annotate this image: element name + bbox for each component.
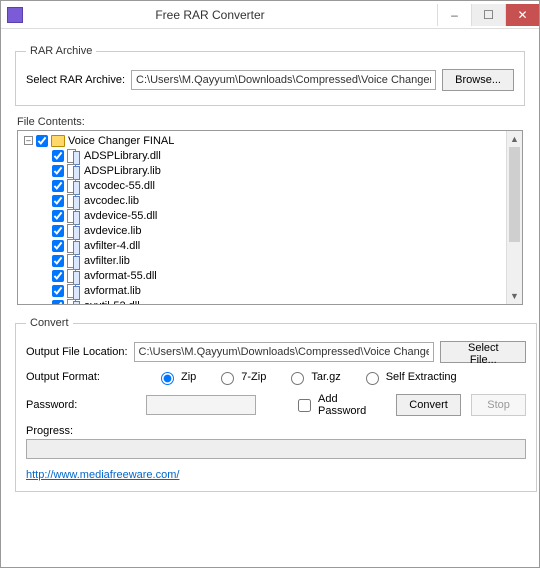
file-label: avdevice.lib: [84, 225, 141, 237]
file-label: avformat-55.dll: [84, 270, 157, 282]
file-icon: [67, 164, 81, 178]
maximize-button[interactable]: ☐: [471, 4, 505, 26]
file-icon: [67, 284, 81, 298]
tree-file-node[interactable]: avcodec-55.dll: [22, 178, 518, 193]
add-password-checkbox[interactable]: [298, 399, 311, 412]
website-link[interactable]: http://www.mediafreeware.com/: [26, 469, 179, 481]
tree-file-node[interactable]: avformat-55.dll: [22, 268, 518, 283]
root-folder-label: Voice Changer FINAL: [68, 135, 174, 147]
rar-path-field[interactable]: [131, 70, 436, 90]
rar-archive-group: RAR Archive Select RAR Archive: Browse..…: [15, 45, 525, 106]
file-label: avcodec.lib: [84, 195, 139, 207]
file-checkbox[interactable]: [52, 225, 64, 237]
file-icon: [67, 299, 81, 306]
tree-file-node[interactable]: avfilter.lib: [22, 253, 518, 268]
file-checkbox[interactable]: [52, 180, 64, 192]
file-icon: [67, 149, 81, 163]
tree-file-node[interactable]: avfilter-4.dll: [22, 238, 518, 253]
tree-file-node[interactable]: ADSPLibrary.dll: [22, 148, 518, 163]
format-zip[interactable]: Zip: [156, 369, 196, 385]
file-contents-label: File Contents:: [17, 116, 523, 128]
password-label: Password:: [26, 399, 136, 411]
file-label: avfilter-4.dll: [84, 240, 140, 252]
titlebar: Free RAR Converter – ☐ ✕: [1, 1, 539, 29]
file-label: avutil-52.dll: [84, 300, 140, 306]
password-field[interactable]: [146, 395, 256, 415]
file-icon: [67, 269, 81, 283]
browse-button[interactable]: Browse...: [442, 69, 514, 91]
tree-file-node[interactable]: avdevice-55.dll: [22, 208, 518, 223]
tree-file-node[interactable]: ADSPLibrary.lib: [22, 163, 518, 178]
root-checkbox[interactable]: [36, 135, 48, 147]
format-targz-radio[interactable]: [291, 372, 304, 385]
tree-file-node[interactable]: avformat.lib: [22, 283, 518, 298]
file-checkbox[interactable]: [52, 285, 64, 297]
file-label: avformat.lib: [84, 285, 141, 297]
file-icon: [67, 254, 81, 268]
convert-group: Convert Output File Location: Select Fil…: [15, 317, 537, 492]
file-checkbox[interactable]: [52, 165, 64, 177]
file-checkbox[interactable]: [52, 300, 64, 306]
collapse-icon[interactable]: –: [24, 136, 33, 145]
file-label: avdevice-55.dll: [84, 210, 157, 222]
format-7zip[interactable]: 7-Zip: [216, 369, 266, 385]
content-area: RAR Archive Select RAR Archive: Browse..…: [1, 29, 539, 567]
file-checkbox[interactable]: [52, 195, 64, 207]
progress-label: Progress:: [26, 425, 526, 437]
format-selfextract-radio[interactable]: [366, 372, 379, 385]
folder-icon: [51, 135, 65, 147]
stop-button[interactable]: Stop: [471, 394, 526, 416]
file-icon: [67, 239, 81, 253]
file-checkbox[interactable]: [52, 150, 64, 162]
scroll-thumb[interactable]: [509, 147, 520, 242]
convert-legend: Convert: [26, 317, 73, 329]
file-checkbox[interactable]: [52, 255, 64, 267]
tree-scrollbar[interactable]: ▲ ▼: [506, 131, 522, 304]
select-rar-label: Select RAR Archive:: [26, 74, 125, 86]
file-tree[interactable]: – Voice Changer FINAL ADSPLibrary.dll ADS…: [17, 130, 523, 305]
file-checkbox[interactable]: [52, 210, 64, 222]
format-zip-radio[interactable]: [161, 372, 174, 385]
file-label: ADSPLibrary.dll: [84, 150, 161, 162]
add-password-option[interactable]: Add Password: [294, 393, 376, 417]
file-label: avcodec-55.dll: [84, 180, 155, 192]
file-checkbox[interactable]: [52, 240, 64, 252]
select-file-button[interactable]: Select File...: [440, 341, 526, 363]
file-icon: [67, 224, 81, 238]
format-7zip-radio[interactable]: [221, 372, 234, 385]
file-icon: [67, 179, 81, 193]
scroll-down-icon[interactable]: ▼: [507, 288, 522, 304]
output-path-field[interactable]: [134, 342, 435, 362]
convert-button[interactable]: Convert: [396, 394, 461, 416]
file-checkbox[interactable]: [52, 270, 64, 282]
tree-file-node[interactable]: avdevice.lib: [22, 223, 518, 238]
minimize-button[interactable]: –: [437, 4, 471, 26]
file-icon: [67, 209, 81, 223]
output-format-label: Output Format:: [26, 371, 136, 383]
rar-archive-legend: RAR Archive: [26, 45, 96, 57]
tree-file-node[interactable]: avutil-52.dll: [22, 298, 518, 305]
close-button[interactable]: ✕: [505, 4, 539, 26]
tree-file-node[interactable]: avcodec.lib: [22, 193, 518, 208]
file-icon: [67, 194, 81, 208]
scroll-up-icon[interactable]: ▲: [507, 131, 522, 147]
format-selfextract[interactable]: Self Extracting: [361, 369, 457, 385]
progress-bar: [26, 439, 526, 459]
tree-root-node[interactable]: – Voice Changer FINAL: [22, 133, 518, 148]
format-targz[interactable]: Tar.gz: [286, 369, 340, 385]
window-controls: – ☐ ✕: [437, 4, 539, 26]
file-label: avfilter.lib: [84, 255, 130, 267]
file-label: ADSPLibrary.lib: [84, 165, 161, 177]
app-window: Free RAR Converter – ☐ ✕ RAR Archive Sel…: [0, 0, 540, 568]
output-location-label: Output File Location:: [26, 346, 128, 358]
window-title: Free RAR Converter: [0, 8, 437, 22]
